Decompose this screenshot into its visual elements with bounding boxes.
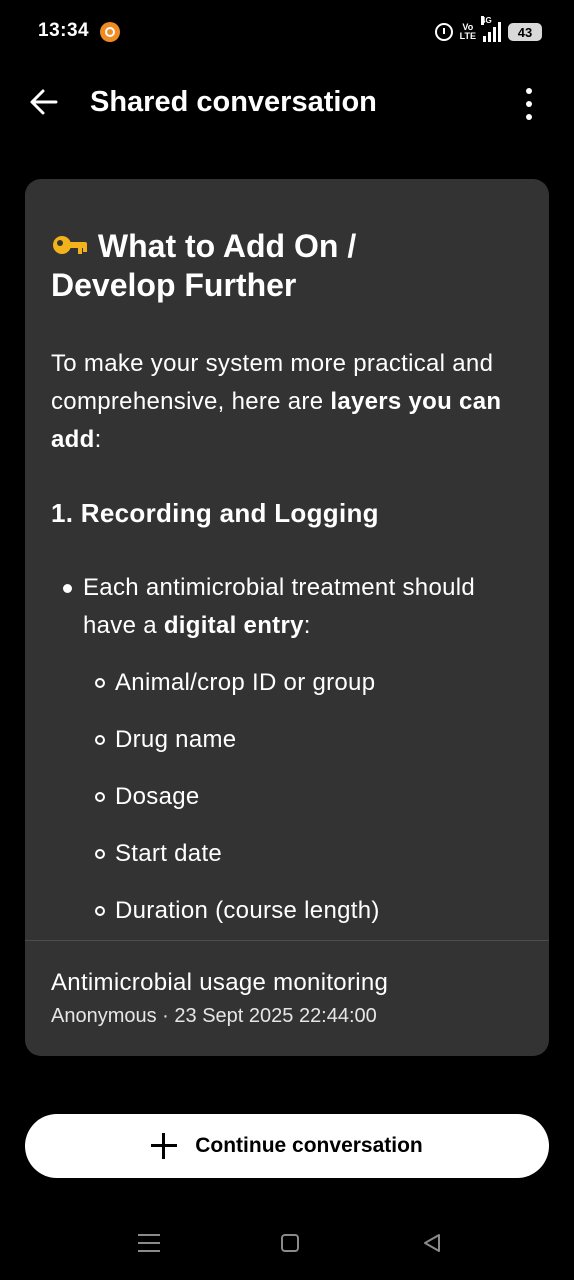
- status-icons: Vo LTE 4G 43: [434, 16, 542, 46]
- sub-item-text: Dosage: [115, 783, 200, 810]
- sub-list: Animal/crop ID or group Drug name Dosage…: [51, 664, 526, 930]
- key-icon: [51, 229, 89, 261]
- heading-line-1: What to Add On /: [97, 228, 357, 264]
- network-type: 4G: [481, 16, 492, 25]
- card-divider: [25, 940, 549, 941]
- status-bar: 13:34 Vo LTE 4G 43: [0, 0, 574, 64]
- sub-list-item: Dosage: [51, 778, 526, 816]
- conversation-title: Antimicrobial usage monitoring: [51, 969, 389, 996]
- signal-icon: 4G: [481, 16, 501, 42]
- recent-apps-icon[interactable]: [138, 1234, 160, 1252]
- circle-bullet-icon: [95, 735, 105, 745]
- sub-item-text: Drug name: [115, 726, 237, 753]
- app-notification-icon: [100, 22, 120, 42]
- bullet-dot: [63, 584, 72, 593]
- section-title: 1. Recording and Logging: [51, 498, 379, 528]
- intro-end: :: [94, 426, 102, 453]
- bullet-item: Each antimicrobial treatment should have…: [51, 569, 526, 645]
- circle-bullet-icon: [95, 906, 105, 916]
- circle-bullet-icon: [95, 849, 105, 859]
- sub-item-text: Animal/crop ID or group: [115, 669, 376, 696]
- message-heading: What to Add On / Develop Further: [51, 227, 526, 305]
- heading-line-2: Develop Further: [51, 267, 297, 303]
- sub-list-item: Duration (course length): [51, 892, 526, 930]
- continue-button-label: Continue conversation: [195, 1134, 423, 1157]
- alarm-icon: [434, 23, 453, 41]
- sub-list-item: Animal/crop ID or group: [51, 664, 526, 702]
- sub-item-text: Start date: [115, 840, 223, 867]
- conversation-footer: Antimicrobial usage monitoring Anonymous…: [51, 967, 531, 1031]
- bullet-bold: digital entry: [163, 612, 304, 639]
- message-content: What to Add On / Develop Further To make…: [51, 219, 526, 930]
- volte-line2: LTE: [459, 31, 476, 41]
- sub-list-item: Drug name: [51, 721, 526, 759]
- more-options-icon[interactable]: [510, 84, 546, 124]
- battery-icon: 43: [508, 23, 542, 41]
- nav-back-icon[interactable]: [421, 1232, 443, 1254]
- app-bar: Shared conversation: [0, 64, 574, 140]
- home-icon[interactable]: [281, 1234, 299, 1252]
- page-title: Shared conversation: [90, 86, 377, 118]
- sub-item-text: Duration (course length): [115, 897, 380, 924]
- circle-bullet-icon: [95, 678, 105, 688]
- shared-message-card: What to Add On / Develop Further To make…: [25, 179, 549, 1056]
- sub-list-item: Start date: [51, 835, 526, 873]
- volte-icon: Vo LTE: [460, 23, 476, 41]
- bullet-end: :: [303, 612, 311, 639]
- system-nav-bar: [0, 1208, 574, 1280]
- back-arrow-icon[interactable]: [26, 84, 62, 120]
- intro-paragraph: To make your system more practical and c…: [51, 345, 526, 459]
- status-time: 13:34: [38, 20, 90, 41]
- plus-icon: [151, 1133, 178, 1159]
- conversation-meta: Anonymous · 23 Sept 2025 22:44:00: [51, 1005, 377, 1027]
- continue-conversation-button[interactable]: Continue conversation: [25, 1114, 549, 1178]
- circle-bullet-icon: [95, 792, 105, 802]
